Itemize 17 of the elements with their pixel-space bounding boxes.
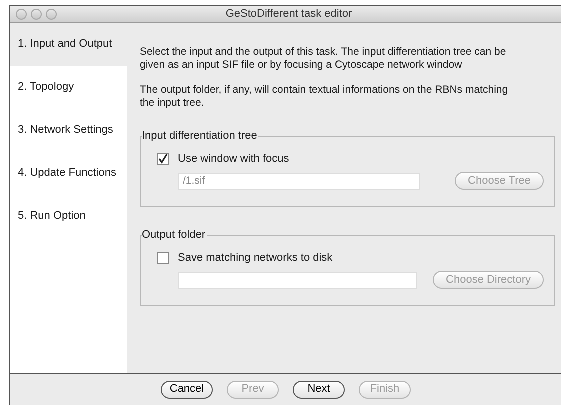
description-text: Select the input and the output of this task. The input differentiation tree can be given as an input SIF file or by focusing a Cytoscape network window: [140, 46, 508, 72]
checkbox-label: Save matching networks to disk: [178, 250, 333, 266]
path-field[interactable]: [178, 272, 417, 288]
checkbox-label: Use window with focus: [178, 152, 290, 167]
zoom-icon[interactable]: [46, 8, 57, 20]
step-item[interactable]: 1. Input and Output: [10, 23, 127, 66]
checkmark-icon: [158, 154, 168, 164]
description-text: The output folder, if any, will contain textual informations on the RBNs matching the input tree.: [140, 84, 510, 110]
group-title: Input differentiation tree: [142, 130, 258, 143]
close-icon[interactable]: [16, 8, 27, 20]
checkbox[interactable]: [157, 252, 169, 264]
button[interactable]: Cancel: [161, 380, 213, 398]
window-title: GeStoDifferent task editor: [226, 6, 352, 22]
minimize-icon[interactable]: [31, 8, 42, 20]
button[interactable]: Next: [293, 380, 345, 398]
checkbox[interactable]: [157, 153, 169, 165]
group-title: Output folder: [142, 229, 207, 242]
